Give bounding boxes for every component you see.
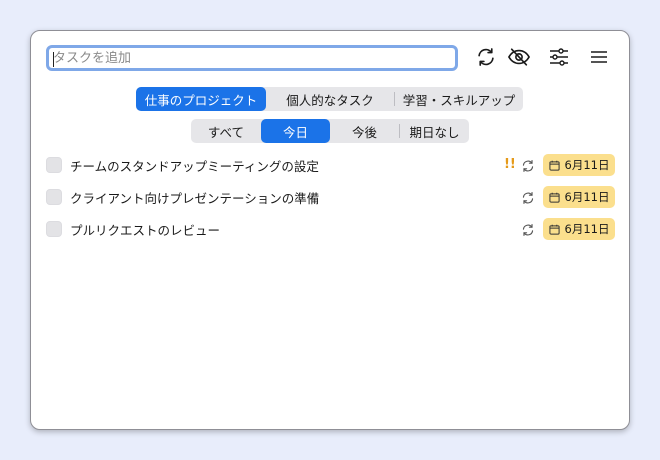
eye-slash-icon[interactable] <box>506 44 532 70</box>
filter-label: 今後 <box>351 124 377 140</box>
task-title[interactable]: プルリクエストのレビュー <box>70 220 220 239</box>
task-title[interactable]: チームのスタンドアップミーティングの設定 <box>70 156 319 175</box>
filter-label: 今日 <box>282 124 308 140</box>
due-date-label: 6月11日 <box>564 158 610 172</box>
tab-label: 学習・スキルアップ <box>402 92 516 108</box>
sync-icon[interactable] <box>473 44 499 70</box>
tab-personal-tasks[interactable]: 個人的なタスク <box>266 87 394 111</box>
repeat-icon <box>522 192 534 204</box>
due-date-badge[interactable]: 6月11日 <box>543 218 615 240</box>
tab-learning[interactable]: 学習・スキルアップ <box>395 87 523 111</box>
tab-label: 仕事のプロジェクト <box>144 92 258 108</box>
hamburger-menu-icon[interactable] <box>586 44 612 70</box>
task-checkbox[interactable] <box>46 221 62 237</box>
priority-flag: !! <box>504 157 516 172</box>
calendar-icon <box>548 224 560 235</box>
repeat-icon <box>522 224 534 236</box>
due-date-label: 6月11日 <box>564 190 610 204</box>
repeat-icon <box>522 160 534 172</box>
calendar-icon <box>548 160 560 171</box>
text-caret <box>53 52 54 67</box>
filter-label: 期日なし <box>409 124 460 140</box>
sliders-icon[interactable] <box>546 44 572 70</box>
due-date-badge[interactable]: 6月11日 <box>543 154 615 176</box>
filter-all[interactable]: すべて <box>191 119 261 143</box>
filter-upcoming[interactable]: 今後 <box>330 119 399 143</box>
due-date-badge[interactable]: 6月11日 <box>543 186 615 208</box>
task-checkbox[interactable] <box>46 157 62 173</box>
tab-work-project[interactable]: 仕事のプロジェクト <box>136 87 266 111</box>
task-row: クライアント向けプレゼンテーションの準備 <box>46 187 319 207</box>
filter-today[interactable]: 今日 <box>261 119 330 143</box>
add-task-input[interactable] <box>46 45 458 71</box>
due-date-label: 6月11日 <box>564 222 610 236</box>
project-tabs: 仕事のプロジェクト 個人的なタスク 学習・スキルアップ <box>136 87 523 111</box>
tab-label: 個人的なタスク <box>286 92 374 108</box>
filter-no-date[interactable]: 期日なし <box>400 119 469 143</box>
date-filter-tabs: すべて 今日 今後 期日なし <box>191 119 469 143</box>
task-checkbox[interactable] <box>46 189 62 205</box>
app-window: 仕事のプロジェクト 個人的なタスク 学習・スキルアップ すべて 今日 今後 期日… <box>30 30 630 430</box>
calendar-icon <box>548 192 560 203</box>
filter-label: すべて <box>207 124 245 140</box>
task-row: プルリクエストのレビュー <box>46 219 220 239</box>
task-title[interactable]: クライアント向けプレゼンテーションの準備 <box>70 188 319 207</box>
task-row: チームのスタンドアップミーティングの設定 <box>46 155 319 175</box>
